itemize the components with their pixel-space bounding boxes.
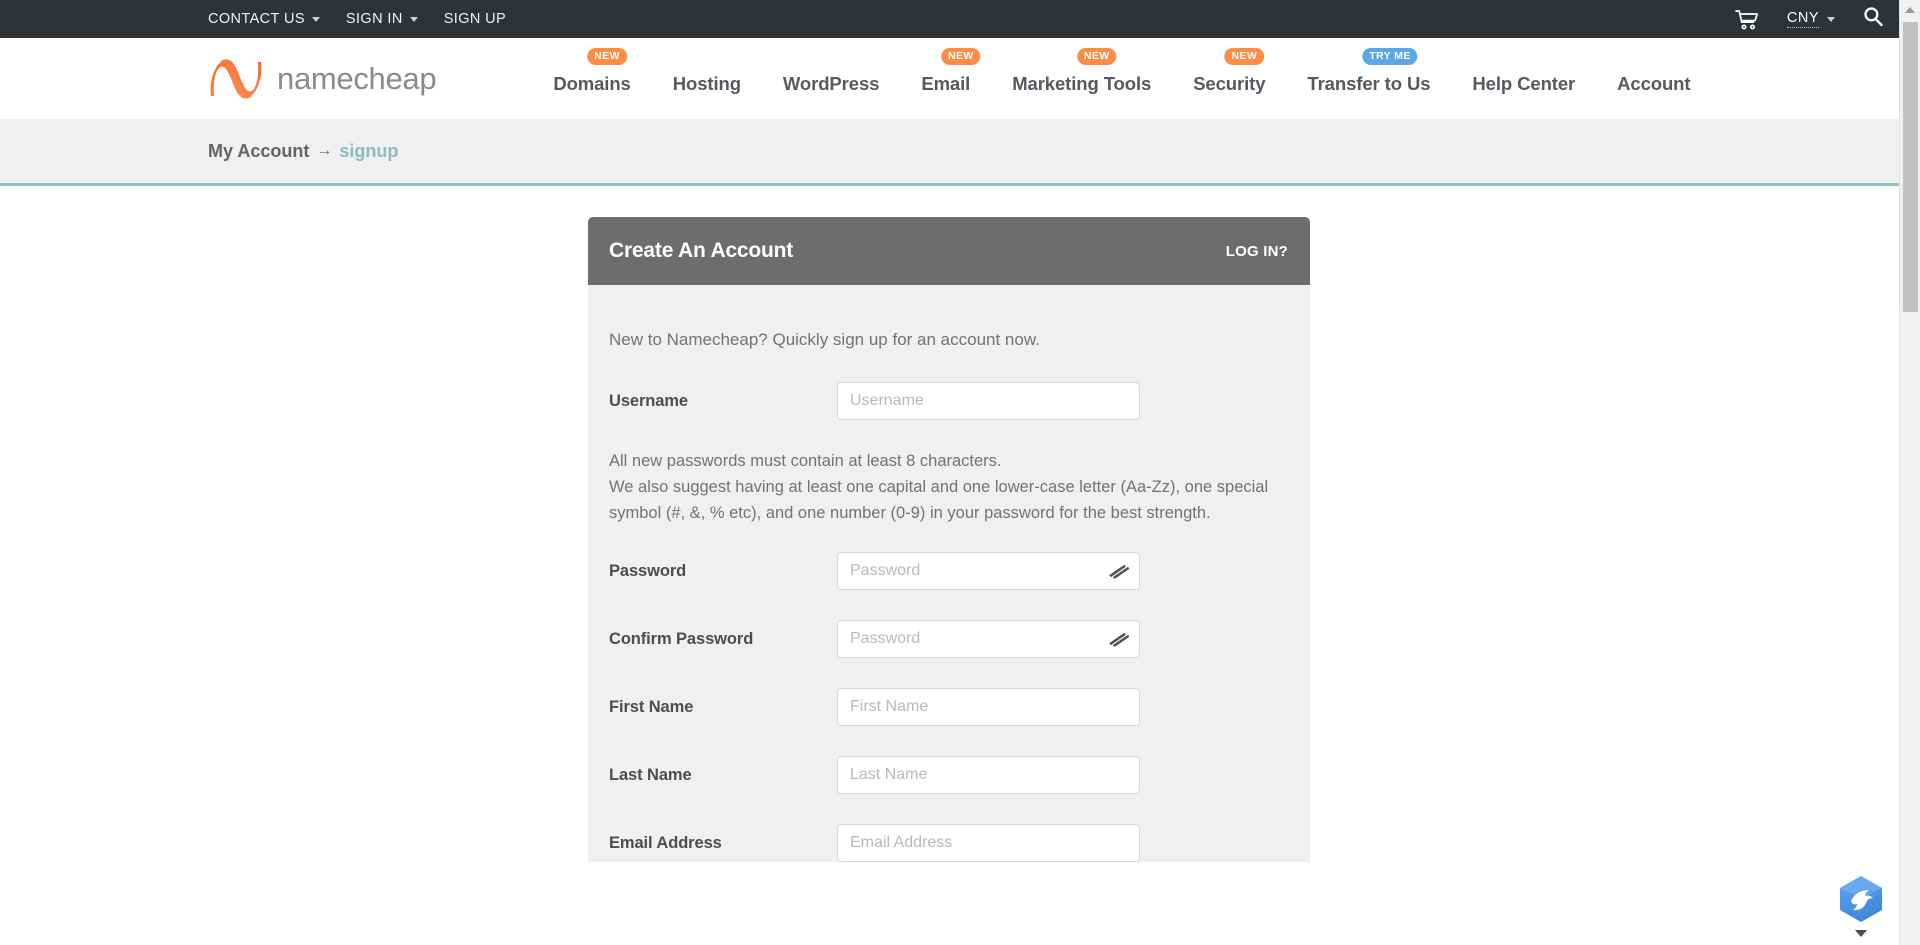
form-row-confirm-password: Confirm Password <box>609 620 1289 658</box>
nav-item-label: Domains <box>553 73 631 94</box>
username-input[interactable] <box>837 382 1140 420</box>
username-field-wrap <box>837 382 1140 420</box>
namecheap-wordmark: namecheap <box>277 60 437 96</box>
nav-item-security[interactable]: NEW Security <box>1172 48 1286 95</box>
top-utility-bar: CONTACT US SIGN IN SIGN UP CNY <box>0 0 1920 38</box>
confirm-password-field-wrap <box>837 620 1140 658</box>
breadcrumb-root[interactable]: My Account <box>208 141 309 162</box>
topbar-link-contact-us[interactable]: CONTACT US <box>208 11 320 27</box>
topbar-links: CONTACT US SIGN IN SIGN UP <box>208 11 506 27</box>
chevron-down-icon <box>1827 16 1835 22</box>
primary-nav-items: NEW Domains Hosting WordPress NEW Email … <box>532 38 1711 119</box>
last-name-input[interactable] <box>837 756 1140 794</box>
nav-item-account[interactable]: Account <box>1596 73 1711 95</box>
first-name-input[interactable] <box>837 688 1140 726</box>
nav-item-email[interactable]: NEW Email <box>900 48 991 95</box>
nav-item-label: WordPress <box>782 73 880 94</box>
breadcrumb-arrow-icon: → <box>316 142 333 159</box>
search-icon[interactable] <box>1863 6 1884 32</box>
first-name-field-wrap <box>837 688 1140 726</box>
nav-item-hosting[interactable]: Hosting <box>652 73 762 95</box>
form-row-last-name: Last Name <box>609 756 1289 794</box>
password-field-wrap <box>837 552 1140 590</box>
nav-item-label: Account <box>1617 73 1691 94</box>
shopping-cart-icon[interactable] <box>1735 9 1759 30</box>
content-stage: Create An Account LOG IN? New to Nameche… <box>0 186 1920 886</box>
topbar-utilities: CNY <box>1735 6 1920 32</box>
breadcrumb: My Account → signup <box>0 119 1920 186</box>
nav-item-label: Transfer to Us <box>1307 73 1431 94</box>
log-in-link[interactable]: LOG IN? <box>1226 243 1288 260</box>
card-header: Create An Account LOG IN? <box>588 217 1310 285</box>
eye-slash-icon[interactable] <box>1108 564 1130 580</box>
nav-badge: NEW <box>587 48 627 65</box>
page-title: Create An Account <box>609 239 794 262</box>
breadcrumb-current[interactable]: signup <box>339 141 398 162</box>
topbar-link-label: CONTACT US <box>208 11 305 27</box>
password-note-line-2: We also suggest having at least one capi… <box>609 478 1269 522</box>
nav-item-label: Marketing Tools <box>1012 73 1152 94</box>
password-note-line-1: All new passwords must contain at least … <box>609 452 1002 470</box>
topbar-link-label: SIGN UP <box>443 11 507 27</box>
namecheap-logo-mark-icon <box>208 56 264 102</box>
topbar-link-label: SIGN IN <box>345 11 403 27</box>
email-address-label: Email Address <box>609 833 722 852</box>
chevron-down-icon <box>311 16 320 22</box>
last-name-label: Last Name <box>609 765 692 784</box>
form-row-first-name: First Name <box>609 688 1289 726</box>
nav-badge: NEW <box>1224 48 1265 65</box>
scrollbar-up-arrow[interactable] <box>1900 0 1920 20</box>
support-widget[interactable] <box>1838 875 1884 937</box>
nav-item-label: Security <box>1193 73 1266 94</box>
email-address-input[interactable] <box>837 824 1140 862</box>
nav-item-domains[interactable]: NEW Domains <box>532 48 651 95</box>
password-label: Password <box>609 561 687 580</box>
form-row-email-address: Email Address <box>609 824 1289 862</box>
topbar-link-sign-in[interactable]: SIGN IN <box>346 11 418 27</box>
nav-badge: NEW <box>1076 48 1117 65</box>
nav-item-wordpress[interactable]: WordPress <box>762 73 900 95</box>
bird-badge-icon <box>1838 875 1884 928</box>
nav-item-transfer-to-us[interactable]: TRY ME Transfer to Us <box>1286 48 1451 95</box>
username-label: Username <box>609 391 688 410</box>
nav-item-label: Help Center <box>1472 73 1576 94</box>
eye-slash-icon[interactable] <box>1108 632 1130 648</box>
form-row-password: Password <box>609 552 1289 590</box>
chevron-down-icon <box>409 16 418 22</box>
namecheap-logo[interactable]: namecheap <box>208 56 437 102</box>
nav-item-label: Email <box>921 73 971 94</box>
chevron-down-icon[interactable] <box>1855 930 1867 937</box>
currency-selector[interactable]: CNY <box>1786 10 1835 28</box>
nav-item-label: Hosting <box>672 73 741 94</box>
first-name-label: First Name <box>609 697 694 716</box>
nav-item-help-center[interactable]: Help Center <box>1451 73 1596 95</box>
topbar-link-sign-up[interactable]: SIGN UP <box>444 11 506 27</box>
nav-item-marketing-tools[interactable]: NEW Marketing Tools <box>991 48 1172 95</box>
scrollbar-thumb[interactable] <box>1903 22 1918 312</box>
nav-badge: TRY ME <box>1362 48 1418 65</box>
password-requirements-note: All new passwords must contain at least … <box>609 448 1289 526</box>
last-name-field-wrap <box>837 756 1140 794</box>
password-input[interactable] <box>837 552 1140 590</box>
form-row-username: Username <box>609 382 1289 420</box>
currency-code: CNY <box>1786 10 1819 28</box>
page-scrollbar[interactable] <box>1899 0 1920 945</box>
email-address-field-wrap <box>837 824 1140 862</box>
card-body: New to Namecheap? Quickly sign up for an… <box>588 285 1310 862</box>
confirm-password-input[interactable] <box>837 620 1140 658</box>
main-navigation-bar: namecheap NEW Domains Hosting WordPress … <box>0 38 1920 119</box>
create-account-card: Create An Account LOG IN? New to Nameche… <box>588 217 1310 878</box>
confirm-password-label: Confirm Password <box>609 629 754 648</box>
nav-badge: NEW <box>941 48 981 65</box>
intro-text: New to Namecheap? Quickly sign up for an… <box>609 330 1040 349</box>
